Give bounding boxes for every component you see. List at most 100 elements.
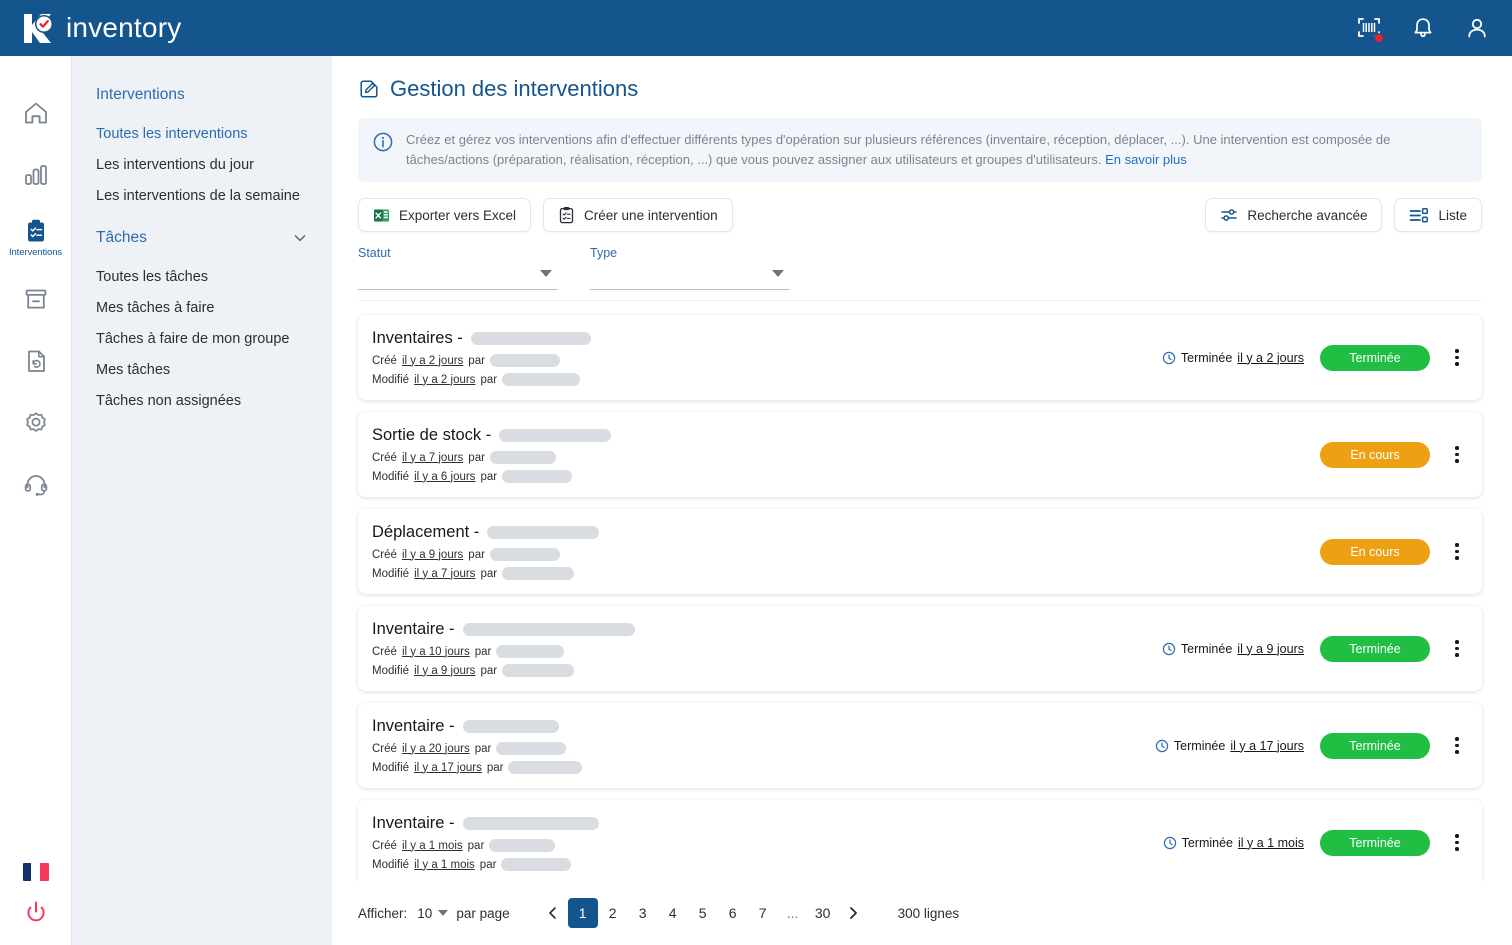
pagination-page-5[interactable]: 5	[688, 898, 718, 928]
created-prefix: Créé	[372, 548, 397, 561]
rail-item-dashboard[interactable]	[0, 144, 72, 206]
by-label: par	[474, 645, 492, 658]
document-sync-icon	[22, 347, 50, 375]
filter-statut-select[interactable]	[358, 270, 558, 290]
intervention-card[interactable]: Inventaire - Créé il y a 1 mois par Modifié i…	[358, 800, 1482, 881]
status-badge[interactable]: Terminée	[1320, 829, 1430, 856]
rail-item-stock[interactable]	[0, 268, 72, 330]
modified-meta: Modifié il y a 9 jours par	[372, 664, 1152, 677]
intervention-card[interactable]: Inventaire - Créé il y a 20 jours par Modifi…	[358, 703, 1482, 788]
excel-file-icon	[373, 207, 390, 224]
status-badge[interactable]: En cours	[1320, 441, 1430, 468]
info-banner-link[interactable]: En savoir plus	[1105, 152, 1187, 167]
redacted-value	[496, 742, 567, 755]
user-account-icon[interactable]	[1464, 15, 1490, 41]
row-actions-menu-icon[interactable]	[1446, 539, 1468, 564]
barcode-scanner-icon[interactable]	[1356, 15, 1384, 43]
pagination-page-3[interactable]: 3	[628, 898, 658, 928]
sidebar-item-mes-taches[interactable]: Mes tâches	[72, 354, 332, 385]
status-badge[interactable]: Terminée	[1320, 635, 1430, 662]
filter-type-label: Type	[590, 246, 618, 260]
modified-ago: il y a 1 mois	[414, 858, 475, 871]
pagination-page-2[interactable]: 2	[598, 898, 628, 928]
per-page-value: 10	[417, 905, 433, 921]
pagination-page-4[interactable]: 4	[658, 898, 688, 928]
sidebar-group-interventions[interactable]: Interventions	[72, 86, 332, 104]
notification-dot	[1374, 33, 1384, 43]
export-to-excel-label: Exporter vers Excel	[399, 207, 517, 223]
intervention-card[interactable]: Sortie de stock - Créé il y a 7 jours par Mo…	[358, 412, 1482, 497]
redacted-value	[499, 429, 612, 442]
sidebar-divider-gap	[72, 211, 332, 229]
rail-item-home[interactable]	[0, 82, 72, 144]
pagination-page-1[interactable]: 1	[567, 898, 598, 928]
row-actions-menu-icon[interactable]	[1446, 345, 1468, 370]
modified-prefix: Modifié	[372, 373, 410, 386]
brand[interactable]: inventory	[18, 8, 181, 48]
filter-type[interactable]: Type	[590, 246, 790, 290]
create-intervention-button[interactable]: Créer une intervention	[543, 198, 733, 232]
pagination-page-6[interactable]: 6	[718, 898, 748, 928]
power-logout-icon[interactable]	[22, 899, 50, 927]
row-actions-menu-icon[interactable]	[1446, 830, 1468, 855]
redacted-value	[489, 548, 560, 561]
intervention-card[interactable]: Inventaire - Créé il y a 10 jours par Modifi…	[358, 606, 1482, 691]
chevron-down-icon	[772, 270, 784, 277]
filter-bar: Statut Type	[358, 246, 1482, 301]
sidebar-item-taches-non-assignees[interactable]: Tâches non assignées	[72, 385, 332, 416]
status-badge[interactable]: Terminée	[1320, 344, 1430, 371]
advanced-search-button[interactable]: Recherche avancée	[1205, 198, 1383, 232]
clock-icon	[1162, 642, 1176, 656]
info-banner: Créez et gérez vos interventions afin d'…	[358, 118, 1482, 182]
rail-item-interventions[interactable]: Interventions	[0, 206, 72, 268]
export-to-excel-button[interactable]: Exporter vers Excel	[358, 198, 532, 232]
pagination-page-7[interactable]: 7	[748, 898, 778, 928]
sidebar-item-taches-a-faire-de-mon-groupe[interactable]: Tâches à faire de mon groupe	[72, 323, 332, 354]
filter-type-select[interactable]	[590, 270, 790, 290]
created-meta: Créé il y a 20 jours par	[372, 742, 1145, 755]
filter-statut[interactable]: Statut	[358, 246, 558, 290]
created-prefix: Créé	[372, 645, 397, 658]
created-meta: Créé il y a 1 mois par	[372, 839, 1153, 852]
by-label: par	[480, 664, 498, 677]
sidebar-item-label: Les interventions du jour	[96, 156, 254, 173]
bell-icon[interactable]	[1410, 15, 1436, 41]
top-bar-actions	[1356, 15, 1490, 43]
sidebar-item-mes-taches-a-faire[interactable]: Mes tâches à faire	[72, 292, 332, 323]
status-badge[interactable]: Terminée	[1320, 732, 1430, 759]
intervention-details: Sortie de stock - Créé il y a 7 jours par Mo…	[372, 426, 1310, 483]
intervention-status-area: Terminée il y a 9 jours Terminée	[1162, 635, 1468, 662]
pagination-page-30[interactable]: 30	[808, 898, 838, 928]
rail-item-support[interactable]	[0, 454, 72, 516]
chevron-left-icon[interactable]	[538, 898, 568, 928]
sidebar-group-interventions-label: Interventions	[96, 86, 185, 103]
intervention-title-text: Inventaires -	[372, 329, 463, 347]
sidebar-item-toutes-les-interventions[interactable]: Toutes les interventions	[72, 118, 332, 149]
row-actions-menu-icon[interactable]	[1446, 636, 1468, 661]
info-banner-text: Créez et gérez vos interventions afin d'…	[406, 130, 1466, 170]
rail-item-settings[interactable]	[0, 392, 72, 454]
by-label: par	[479, 858, 497, 871]
rail-item-documents[interactable]	[0, 330, 72, 392]
info-circle-icon	[372, 131, 394, 153]
sidebar-item-interventions-de-la-semaine[interactable]: Les interventions de la semaine	[72, 180, 332, 211]
chevron-right-icon[interactable]	[838, 898, 868, 928]
row-actions-menu-icon[interactable]	[1446, 733, 1468, 758]
page-title: Gestion des interventions	[358, 76, 1482, 102]
per-page-select[interactable]: 10	[417, 905, 449, 921]
sidebar-item-label: Toutes les interventions	[96, 125, 248, 142]
intervention-card[interactable]: Déplacement - Créé il y a 9 jours par Modifi…	[358, 509, 1482, 594]
intervention-title: Inventaire -	[372, 620, 1152, 639]
sidebar-item-toutes-les-taches[interactable]: Toutes les tâches	[72, 261, 332, 292]
clock-icon	[1155, 739, 1169, 753]
view-mode-liste-button[interactable]: Liste	[1394, 198, 1482, 232]
french-flag-icon[interactable]	[22, 863, 49, 881]
finished-timestamp: Terminée il y a 9 jours	[1162, 642, 1304, 656]
status-badge[interactable]: En cours	[1320, 538, 1430, 565]
sidebar-item-interventions-du-jour[interactable]: Les interventions du jour	[72, 149, 332, 180]
row-actions-menu-icon[interactable]	[1446, 442, 1468, 467]
intervention-card[interactable]: Inventaires - Créé il y a 2 jours par Modifi…	[358, 315, 1482, 400]
info-banner-body: Créez et gérez vos interventions afin d'…	[406, 132, 1391, 167]
by-label: par	[468, 451, 485, 464]
sidebar-group-taches[interactable]: Tâches	[72, 229, 332, 247]
